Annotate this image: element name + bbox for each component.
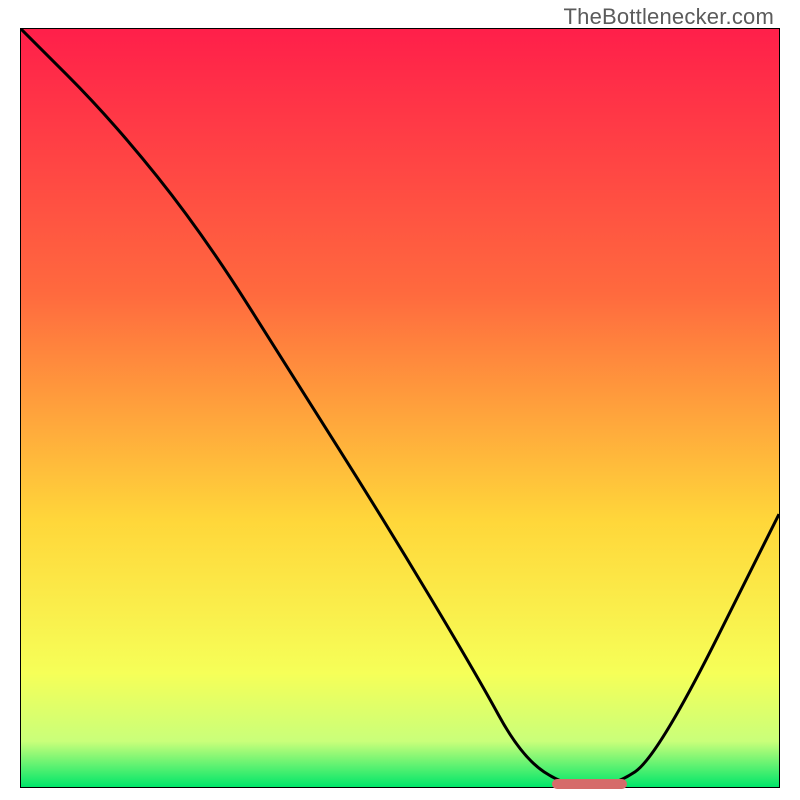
optimal-range-marker bbox=[552, 779, 628, 789]
chart-background bbox=[21, 29, 779, 787]
chart-frame bbox=[20, 28, 780, 788]
bottleneck-chart bbox=[21, 29, 779, 787]
site-branding: TheBottlenecker.com bbox=[564, 4, 774, 30]
